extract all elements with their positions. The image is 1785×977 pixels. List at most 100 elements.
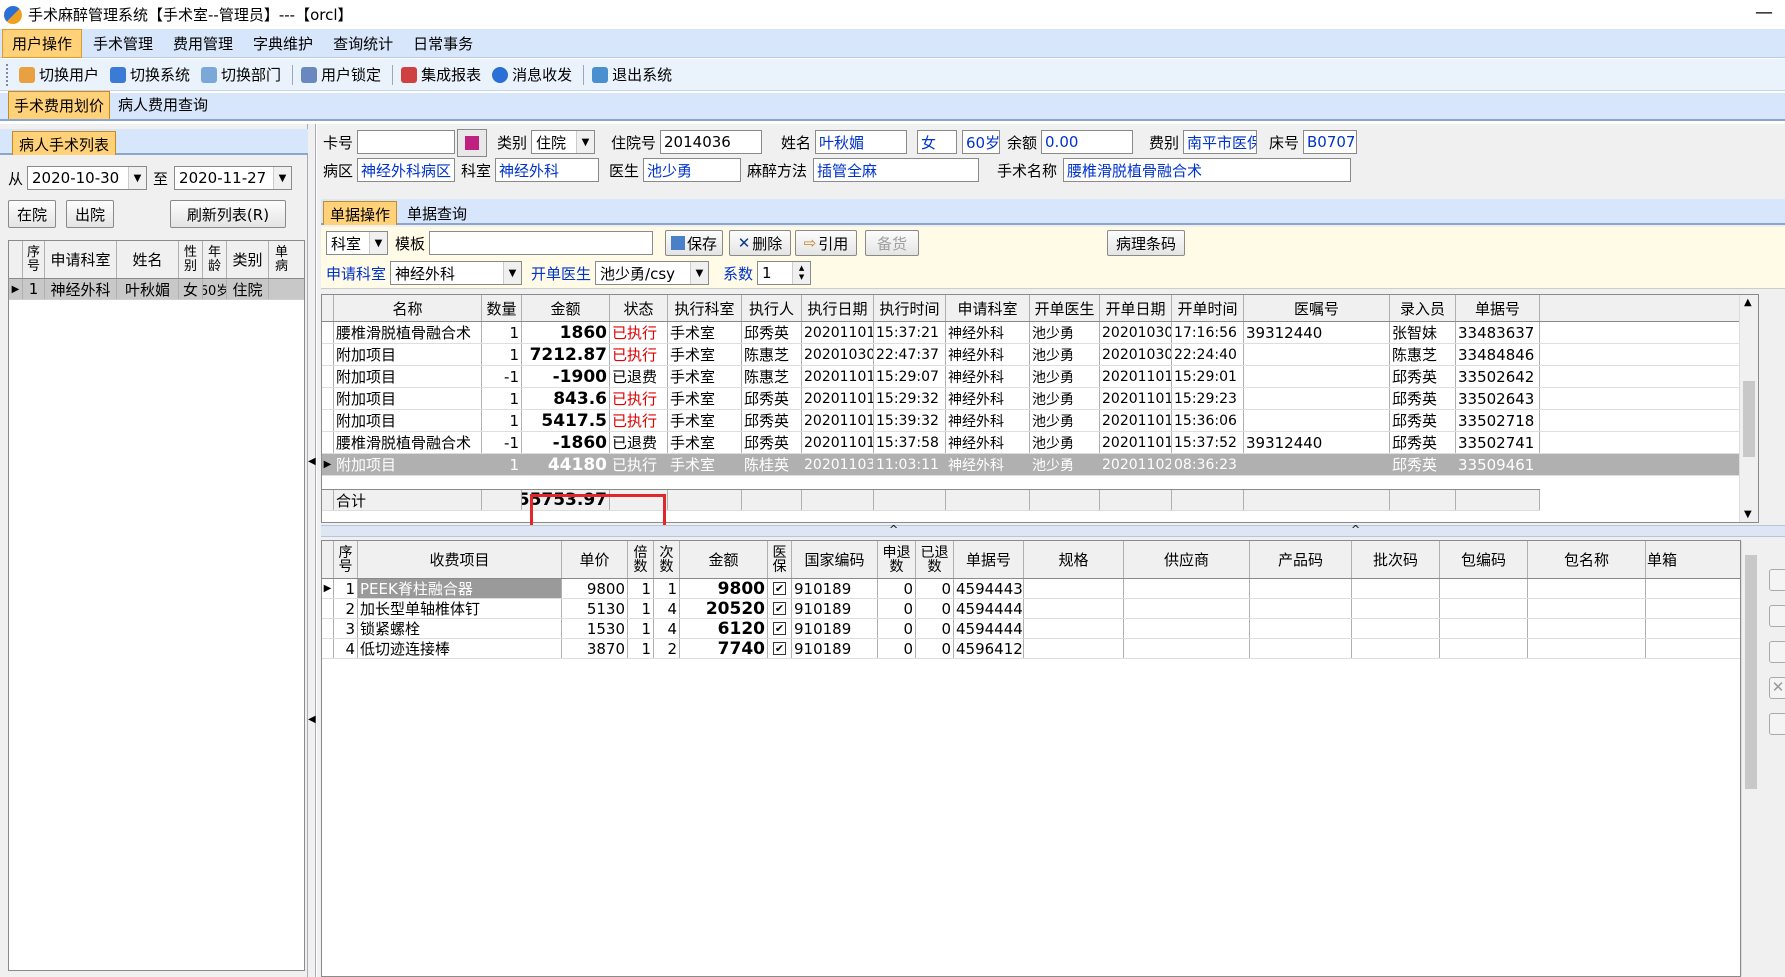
scroll-down-icon[interactable]: ▼ — [1744, 509, 1752, 520]
col-refund-request[interactable]: 申退数 — [878, 541, 916, 578]
switch-user-button[interactable]: 切换用户 — [15, 62, 103, 87]
switch-system-button[interactable]: 切换系统 — [106, 62, 194, 87]
menu-fees[interactable]: 费用管理 — [164, 30, 242, 57]
issue-doctor-select[interactable]: 池少勇/csy ▼ — [595, 261, 710, 285]
menu-surgery[interactable]: 手术管理 — [84, 30, 162, 57]
menu-daily[interactable]: 日常事务 — [404, 30, 482, 57]
tab-document-ops[interactable]: 单据操作 — [323, 201, 398, 225]
fee-row[interactable]: 腰椎滑脱植骨融合术 1 1860 已执行 手术室 邱秀英 20201101 15:37:21 神… — [322, 322, 1758, 344]
minimize-icon[interactable]: — — [1755, 2, 1773, 23]
reference-button[interactable]: ⇨ 引用 — [795, 230, 857, 256]
col-executor[interactable]: 执行人 — [742, 295, 802, 321]
chevron-down-icon[interactable]: ▼ — [503, 262, 522, 284]
chevron-down-icon[interactable]: ▼ — [576, 131, 595, 153]
type-select[interactable]: 住院 ▼ — [531, 130, 596, 154]
side-action-icon[interactable] — [1769, 569, 1785, 591]
cell-insurance[interactable]: ✔ — [768, 639, 792, 658]
horizontal-splitter[interactable]: ^ ^ — [321, 523, 1785, 537]
coefficient-stepper[interactable]: 1 ▲ ▼ — [757, 261, 812, 285]
fee-grid-scrollbar[interactable]: ▲ ▼ — [1739, 295, 1758, 522]
inpatient-no-input[interactable]: 2014036 — [660, 130, 763, 154]
col-sex[interactable]: 性别 — [179, 241, 203, 278]
insurance-checkbox[interactable]: ✔ — [773, 602, 786, 615]
charge-row[interactable]: 2加长型单轴椎体钉51301420520✔9101890045944440 — [322, 599, 1740, 619]
side-action-icon[interactable] — [1769, 713, 1785, 735]
tab-surgery-pricing[interactable]: 手术费用划价 — [8, 91, 111, 119]
dept-combo[interactable]: 科室 ▼ — [326, 231, 388, 255]
req-dept-select[interactable]: 神经外科 ▼ — [390, 261, 523, 285]
tab-patient-fee-query[interactable]: 病人费用查询 — [112, 90, 214, 119]
insurance-checkbox[interactable]: ✔ — [773, 622, 786, 635]
cell-insurance[interactable]: ✔ — [768, 619, 792, 638]
to-date-picker[interactable]: 2020-11-27 ▼ — [174, 166, 293, 190]
col-amount[interactable]: 金额 — [522, 295, 610, 321]
refresh-list-button[interactable]: 刷新列表(R) — [170, 200, 286, 228]
col-single-box[interactable]: 单箱 — [1646, 541, 1678, 578]
vertical-splitter[interactable]: ◀ ◀ — [308, 124, 316, 977]
report-button[interactable]: 集成报表 — [397, 62, 485, 87]
exit-button[interactable]: 退出系统 — [588, 62, 676, 87]
cell-insurance[interactable]: ✔ — [768, 599, 792, 618]
col-issue-doctor[interactable]: 开单医生 — [1030, 295, 1100, 321]
fee-row[interactable]: 附加项目 1 7212.87 已执行 手术室 陈惠芝 20201030 22:47:37 神经外… — [322, 344, 1758, 366]
delete-button[interactable]: ✕ 删除 — [729, 230, 791, 256]
col-charge-item[interactable]: 收费项目 — [358, 541, 562, 578]
balance-input[interactable]: 0.00 — [1041, 130, 1134, 154]
insurance-checkbox[interactable]: ✔ — [773, 642, 786, 655]
menu-query[interactable]: 查询统计 — [324, 30, 402, 57]
col-document-no[interactable]: 单据号 — [954, 541, 1024, 578]
col-multiple[interactable]: 倍数 — [628, 541, 654, 578]
col-type[interactable]: 类别 — [227, 241, 269, 278]
col-seq[interactable]: 序号 — [334, 541, 358, 578]
col-req-dept[interactable]: 申请科室 — [946, 295, 1030, 321]
card-input[interactable] — [357, 130, 456, 154]
card-read-button[interactable] — [457, 129, 487, 157]
age-input[interactable]: 60岁 — [962, 130, 1000, 154]
col-entry-clerk[interactable]: 录入员 — [1390, 295, 1456, 321]
col-times[interactable]: 次数 — [654, 541, 680, 578]
fee-row[interactable]: 附加项目 1 843.6 已执行 手术室 邱秀英 20201101 15:29:32 神经外科池… — [322, 388, 1758, 410]
chevron-down-icon[interactable]: ▼ — [369, 232, 387, 254]
col-spec[interactable]: 规格 — [1024, 541, 1124, 578]
collapse-left-icon[interactable]: ◀ — [308, 456, 316, 467]
user-lock-button[interactable]: 用户锁定 — [297, 62, 385, 87]
col-age[interactable]: 年龄 — [203, 241, 227, 278]
side-action-icon[interactable] — [1769, 605, 1785, 627]
operation-name-input[interactable]: 腰椎滑脱植骨融合术 — [1063, 158, 1352, 182]
in-hospital-button[interactable]: 在院 — [8, 200, 56, 228]
collapse-up-icon[interactable]: ^ — [1351, 523, 1360, 536]
tab-patient-surgery-list[interactable]: 病人手术列表 — [12, 131, 117, 155]
charge-row[interactable]: ▶1PEEK脊柱融合器9800119800✔9101890045944439 — [322, 579, 1740, 599]
bed-input[interactable]: B0707- — [1303, 130, 1358, 154]
scroll-up-icon[interactable]: ▲ — [1744, 297, 1752, 308]
pathology-barcode-button[interactable]: 病理条码 — [1107, 230, 1185, 256]
from-date-picker[interactable]: 2020-10-30 ▼ — [27, 166, 148, 190]
collapse-up-icon[interactable]: ^ — [889, 523, 898, 536]
discharged-button[interactable]: 出院 — [66, 200, 114, 228]
sex-input[interactable]: 女 — [917, 130, 957, 154]
tab-document-query[interactable]: 单据查询 — [401, 201, 473, 225]
menu-user-ops[interactable]: 用户操作 — [2, 28, 83, 58]
col-unit-price[interactable]: 单价 — [562, 541, 628, 578]
chevron-down-icon[interactable]: ▼ — [690, 262, 709, 284]
switch-dept-button[interactable]: 切换部门 — [197, 62, 285, 87]
col-issue-time[interactable]: 开单时间 — [1172, 295, 1244, 321]
patient-row[interactable]: ▶ 1 神经外科 叶秋媚 女 60岁 住院 — [9, 279, 304, 300]
stock-button[interactable]: 备货 — [865, 230, 919, 256]
col-quantity[interactable]: 数量 — [482, 295, 522, 321]
col-status[interactable]: 状态 — [610, 295, 668, 321]
ward-input[interactable]: 神经外科病区 — [357, 158, 456, 182]
col-order-no[interactable]: 医嘱号 — [1244, 295, 1390, 321]
col-product-code[interactable]: 产品码 — [1250, 541, 1352, 578]
insurance-checkbox[interactable]: ✔ — [773, 582, 786, 595]
col-supplier[interactable]: 供应商 — [1124, 541, 1250, 578]
side-close-icon[interactable]: ✕ — [1769, 677, 1785, 699]
col-exec-dept[interactable]: 执行科室 — [668, 295, 742, 321]
col-batch-code[interactable]: 批次码 — [1352, 541, 1440, 578]
col-name[interactable]: 姓名 — [117, 241, 179, 278]
col-issue-date[interactable]: 开单日期 — [1100, 295, 1172, 321]
cell-insurance[interactable]: ✔ — [768, 579, 792, 598]
collapse-left-icon[interactable]: ◀ — [308, 714, 316, 725]
charge-grid-scrollbar[interactable] — [1741, 541, 1760, 976]
col-refunded[interactable]: 已退数 — [916, 541, 954, 578]
